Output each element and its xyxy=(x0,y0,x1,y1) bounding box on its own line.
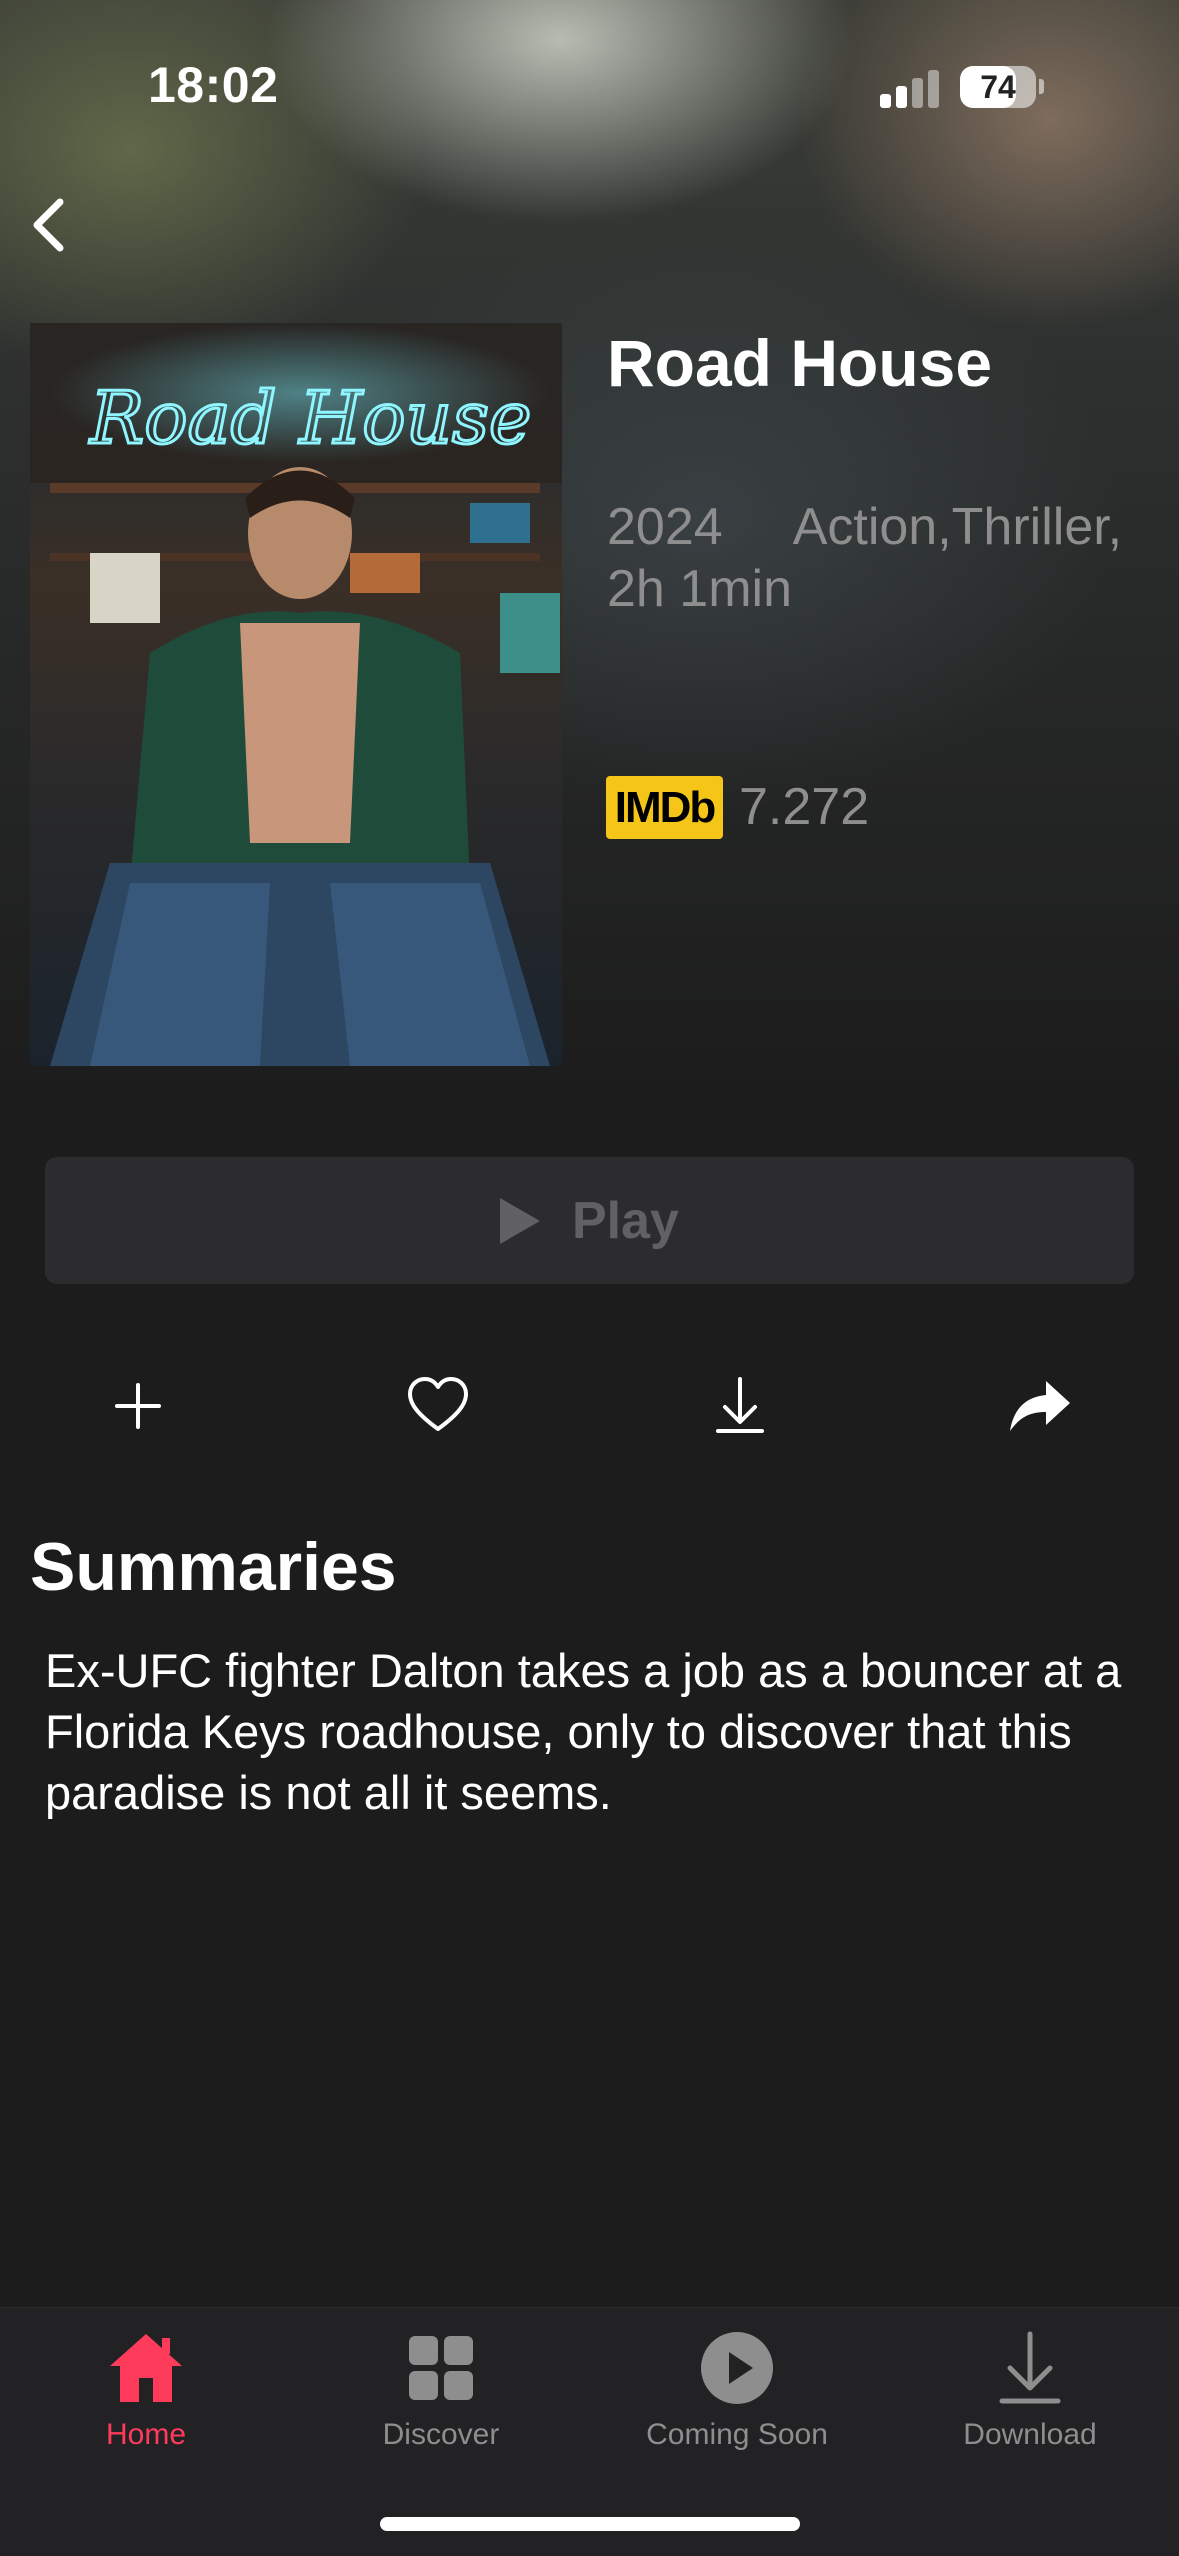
plus-icon xyxy=(115,1383,161,1429)
status-time: 18:02 xyxy=(148,57,279,113)
download-icon xyxy=(999,2331,1061,2404)
play-button[interactable]: Play xyxy=(45,1157,1134,1284)
movie-year: 2024 xyxy=(607,498,723,556)
chevron-left-icon xyxy=(33,198,64,252)
movie-poster: Road House xyxy=(30,323,562,1066)
tab-coming-soon[interactable]: Coming Soon xyxy=(617,2308,857,2488)
tab-home[interactable]: Home xyxy=(26,2308,266,2488)
heart-icon xyxy=(408,1377,468,1431)
battery-icon: 74 xyxy=(960,66,1036,108)
add-to-list-button[interactable] xyxy=(98,1365,178,1445)
movie-genres: Action,Thriller, xyxy=(792,498,1123,556)
tab-discover[interactable]: Discover xyxy=(321,2308,561,2488)
poster-artwork: Road House xyxy=(30,323,562,1066)
home-indicator xyxy=(380,2517,800,2531)
movie-duration: 2h 1min xyxy=(607,560,792,618)
battery-percent: 74 xyxy=(980,69,1016,105)
battery-cap xyxy=(1039,79,1044,94)
tab-discover-label: Discover xyxy=(382,2418,500,2451)
tab-download[interactable]: Download xyxy=(910,2308,1150,2488)
tab-coming-soon-label: Coming Soon xyxy=(646,2418,828,2451)
share-icon xyxy=(1010,1381,1070,1431)
back-button[interactable] xyxy=(20,190,90,260)
download-button[interactable] xyxy=(700,1365,780,1445)
summaries-heading: Summaries xyxy=(30,1529,397,1605)
favorite-button[interactable] xyxy=(398,1365,478,1445)
signal-icon xyxy=(880,68,940,108)
movie-detail-screen: 18:02 74 Road House Road House 2024 Acti… xyxy=(0,0,1179,2556)
tab-home-label: Home xyxy=(105,2418,187,2451)
movie-title: Road House xyxy=(607,326,993,400)
tab-download-label: Download xyxy=(963,2418,1097,2451)
summary-text: Ex-UFC fighter Dalton takes a job as a b… xyxy=(45,1644,1122,1819)
share-button[interactable] xyxy=(1000,1365,1080,1445)
imdb-logo: IMDb xyxy=(606,776,723,839)
home-icon xyxy=(110,2334,182,2402)
play-label: Play xyxy=(572,1191,679,1250)
download-icon xyxy=(716,1377,764,1433)
poster-title: Road House xyxy=(88,376,532,460)
grid-icon xyxy=(409,2336,473,2400)
imdb-rating: 7.272 xyxy=(739,778,870,836)
play-icon xyxy=(500,1197,540,1244)
play-circle-icon xyxy=(701,2332,773,2404)
movie-meta: 2024 Action,Thriller, 2h 1min xyxy=(607,496,1167,620)
